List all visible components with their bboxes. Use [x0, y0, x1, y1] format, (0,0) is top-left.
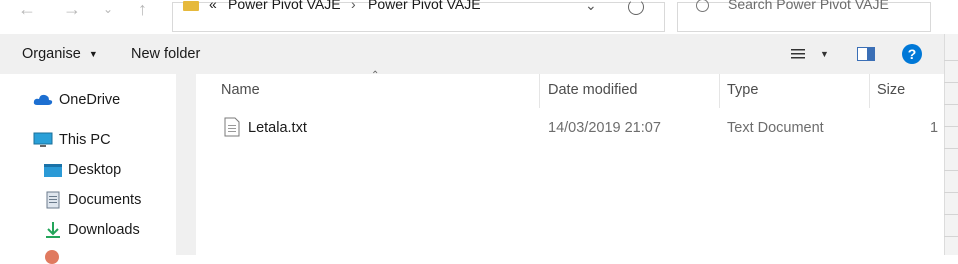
dropdown-caret-icon: ▼ — [88, 49, 98, 59]
organise-button[interactable]: Organise ▼ — [22, 46, 98, 62]
nav-item-label: This PC — [59, 132, 111, 148]
address-prefix: « — [209, 0, 217, 12]
desktop-folder-icon — [43, 161, 63, 179]
back-arrow-icon[interactable]: ← — [18, 0, 36, 18]
column-header-name[interactable]: Name — [221, 82, 260, 98]
forward-arrow-icon[interactable]: → — [63, 0, 81, 18]
nav-item-label: Downloads — [68, 222, 140, 238]
nav-item-downloads[interactable]: Downloads — [43, 218, 140, 242]
view-options-caret-icon[interactable]: ▼ — [820, 49, 829, 59]
background-window-edge — [944, 34, 958, 255]
organise-label: Organise — [22, 46, 81, 62]
grid-line — [944, 192, 958, 193]
column-header-date-modified[interactable]: Date modified — [548, 82, 637, 98]
refresh-icon[interactable] — [628, 0, 644, 15]
column-divider[interactable] — [869, 74, 870, 108]
grid-line — [944, 126, 958, 127]
grid-line — [944, 104, 958, 105]
nav-item-documents[interactable]: Documents — [43, 188, 141, 212]
help-icon[interactable]: ? — [902, 44, 922, 64]
folder-icon — [183, 1, 199, 11]
grid-line — [944, 214, 958, 215]
view-list-icon[interactable] — [791, 48, 805, 60]
address-bar[interactable]: « Power Pivot VAJE › Power Pivot VAJE ⌄ — [172, 0, 665, 32]
breadcrumb-item[interactable]: Power Pivot VAJE — [368, 0, 481, 12]
nav-item-label: OneDrive — [59, 92, 121, 108]
grid-line — [944, 236, 958, 237]
column-divider[interactable] — [539, 74, 540, 108]
column-header-type[interactable]: Type — [727, 82, 758, 98]
text-file-icon — [224, 117, 240, 137]
nav-item-this-pc[interactable]: This PC — [33, 128, 111, 152]
onedrive-cloud-icon — [33, 91, 53, 109]
grid-line — [944, 82, 958, 83]
grid-line — [944, 170, 958, 171]
file-name[interactable]: Letala.txt — [248, 120, 307, 136]
nav-item-onedrive[interactable]: OneDrive — [33, 88, 120, 112]
preview-pane-icon[interactable] — [857, 47, 875, 61]
breadcrumb-item[interactable]: Power Pivot VAJE — [228, 0, 341, 12]
up-arrow-icon[interactable]: ↑ — [138, 0, 147, 18]
nav-item-label: Documents — [68, 192, 142, 208]
grid-line — [944, 60, 958, 61]
search-placeholder[interactable]: Search Power Pivot VAJE — [728, 0, 889, 12]
monitor-icon — [33, 131, 53, 149]
pane-splitter[interactable] — [176, 74, 196, 255]
nav-item-desktop[interactable]: Desktop — [43, 158, 121, 182]
grid-line — [944, 148, 958, 149]
sort-ascending-icon: ⌃ — [371, 70, 380, 81]
column-divider[interactable] — [719, 74, 720, 108]
column-header-size[interactable]: Size — [877, 82, 905, 98]
documents-icon — [43, 191, 63, 209]
file-type: Text Document — [727, 120, 824, 136]
search-icon — [696, 0, 709, 12]
nav-item-label: Desktop — [68, 162, 122, 178]
music-icon — [45, 250, 59, 264]
search-box[interactable]: Search Power Pivot VAJE — [677, 0, 931, 32]
new-folder-button[interactable]: New folder — [131, 46, 200, 62]
breadcrumb-separator: › — [351, 0, 356, 12]
file-date-modified: 14/03/2019 21:07 — [548, 120, 661, 136]
address-history-chevron-icon[interactable]: ⌄ — [585, 0, 597, 14]
recent-locations-chevron-icon[interactable]: ⌄ — [103, 0, 113, 18]
file-size: 1 — [930, 120, 939, 136]
download-arrow-icon — [43, 221, 63, 239]
